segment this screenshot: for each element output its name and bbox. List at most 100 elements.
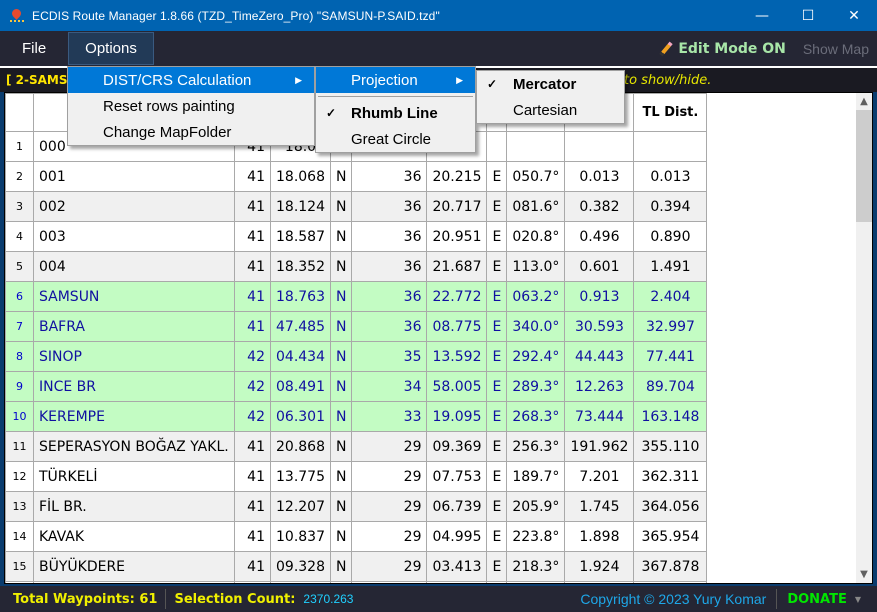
donate-dropdown-icon[interactable]: ▼ (855, 595, 861, 604)
edit-mode-toggle[interactable]: Edit Mode ON (659, 41, 786, 57)
cell-lat-min[interactable]: 18.124 (270, 191, 331, 222)
cell-lon-hemi[interactable]: E (486, 221, 508, 252)
cell-total-dist[interactable]: 32.997 (633, 311, 708, 342)
cell-name[interactable]: SAMSUN (33, 281, 235, 312)
cell-lon-hemi[interactable]: E (486, 551, 508, 582)
cell-lat-min[interactable]: 20.868 (270, 431, 331, 462)
cell-lat-min[interactable]: 18.352 (270, 251, 331, 282)
cell-lat-deg[interactable]: 41 (234, 491, 271, 522)
cell-lon-hemi[interactable]: E (486, 161, 508, 192)
cell-lat-hemi[interactable]: N (329, 221, 353, 252)
cell-lon-min[interactable]: 22.772 (426, 281, 488, 312)
cell-lon-min[interactable]: 20.951 (426, 221, 488, 252)
cell-course[interactable] (506, 581, 566, 583)
cell-dist[interactable]: 12.263 (564, 371, 635, 402)
menu-item-change-mapfolder[interactable]: Change MapFolder (68, 119, 314, 145)
cell-name[interactable]: SINOP (33, 341, 235, 372)
cell-lon-hemi[interactable]: E (486, 311, 508, 342)
cell-name[interactable]: 001 (33, 161, 235, 192)
cell-lon-min[interactable]: 04.995 (426, 521, 488, 552)
cell-course[interactable]: 050.7° (506, 161, 566, 192)
cell-lon-deg[interactable]: 36 (351, 251, 428, 282)
table-row[interactable]: 11 SEPERASYON BOĞAZ YAKL. 41 20.868 N 29 09.36… (5, 431, 708, 462)
cell-lon-min[interactable]: 13.592 (426, 341, 488, 372)
cell-total-dist[interactable]: 362.311 (633, 461, 708, 492)
menu-item-cartesian[interactable]: Cartesian (477, 97, 624, 123)
menu-file[interactable]: File (0, 32, 68, 65)
cell-lon-deg[interactable]: 29 (351, 521, 428, 552)
cell-dist[interactable]: 0.913 (564, 281, 635, 312)
cell-name[interactable]: KAVAK (33, 521, 235, 552)
cell-course[interactable]: 218.3° (506, 551, 566, 582)
cell-lon-min[interactable]: 21.687 (426, 251, 488, 282)
cell-course[interactable]: 292.4° (506, 341, 566, 372)
cell-name[interactable]: BÜYÜKDERE (33, 551, 235, 582)
cell-dist[interactable]: 30.593 (564, 311, 635, 342)
cell-lat-hemi[interactable] (329, 581, 353, 583)
cell-dist[interactable]: 73.444 (564, 401, 635, 432)
cell-lat-min[interactable]: 18.068 (270, 161, 331, 192)
cell-lat-hemi[interactable]: N (329, 281, 353, 312)
cell-lon-min[interactable]: 09.369 (426, 431, 488, 462)
cell-lon-min[interactable]: 06.739 (426, 491, 488, 522)
cell-course[interactable]: 268.3° (506, 401, 566, 432)
cell-lon-deg[interactable]: 29 (351, 431, 428, 462)
scroll-up-icon[interactable]: ▲ (856, 93, 872, 110)
cell-lat-deg[interactable]: 41 (234, 251, 271, 282)
close-button[interactable]: ✕ (831, 0, 877, 31)
cell-lon-min[interactable]: 08.775 (426, 311, 488, 342)
cell-dist[interactable]: 0.496 (564, 221, 635, 252)
table-row[interactable]: 5 004 41 18.352 N 36 21.687 E 113.0° 0.601 1.491 (5, 251, 708, 282)
table-row[interactable]: 4 003 41 18.587 N 36 20.951 E 020.8° 0.496 0.890 (5, 221, 708, 252)
cell-lat-deg[interactable]: 41 (234, 521, 271, 552)
cell-dist[interactable]: 0.013 (564, 161, 635, 192)
table-row[interactable]: 12 TÜRKELİ 41 13.775 N 29 07.753 E 189.7° 7.201 36… (5, 461, 708, 492)
header-total-dist[interactable]: TL Dist. (633, 93, 708, 132)
cell-lon-deg[interactable]: 36 (351, 281, 428, 312)
cell-lon-min[interactable]: 19.095 (426, 401, 488, 432)
cell-lat-hemi[interactable]: N (329, 311, 353, 342)
cell-total-dist[interactable]: 2.404 (633, 281, 708, 312)
menu-options[interactable]: Options (68, 32, 154, 65)
cell-lat-hemi[interactable]: N (329, 521, 353, 552)
cell-lat-hemi[interactable]: N (329, 251, 353, 282)
menu-item-rhumb-line[interactable]: ✓ Rhumb Line (316, 100, 475, 126)
cell-lat-deg[interactable]: 42 (234, 401, 271, 432)
cell-lon-hemi[interactable]: E (486, 371, 508, 402)
maximize-button[interactable]: ☐ (785, 0, 831, 31)
cell-lat-hemi[interactable]: N (329, 341, 353, 372)
cell-lat-min[interactable]: 18.763 (270, 281, 331, 312)
cell-total-dist[interactable]: 1.491 (633, 251, 708, 282)
cell-lat-min[interactable]: 09.328 (270, 551, 331, 582)
cell-dist[interactable]: 1.745 (564, 491, 635, 522)
menu-item-reset-rows-painting[interactable]: Reset rows painting (68, 93, 314, 119)
cell-lon-hemi[interactable]: E (486, 461, 508, 492)
cell-lon-hemi[interactable]: E (486, 401, 508, 432)
cell-name[interactable]: SEPERASYON BOĞAZ YAKL. (33, 431, 235, 462)
cell-name[interactable]: 004 (33, 251, 235, 282)
cell-lon-min[interactable]: 20.215 (426, 161, 488, 192)
cell-total-dist[interactable]: 0.890 (633, 221, 708, 252)
cell-course[interactable]: 205.9° (506, 491, 566, 522)
cell-lat-deg[interactable]: 41 (234, 221, 271, 252)
cell-lon-hemi[interactable]: E (486, 341, 508, 372)
cell-total-dist[interactable]: 163.148 (633, 401, 708, 432)
cell-lat-hemi[interactable]: N (329, 401, 353, 432)
row-number[interactable] (5, 581, 34, 583)
cell-dist[interactable]: 1.898 (564, 521, 635, 552)
cell-lat-deg[interactable]: 42 (234, 341, 271, 372)
table-row[interactable]: 10 KEREMPE 42 06.301 N 33 19.095 E 268.3° 73.444 1… (5, 401, 708, 432)
cell-name[interactable]: BAFRA (33, 311, 235, 342)
cell-lon-deg[interactable]: 36 (351, 161, 428, 192)
cell-lon-deg[interactable]: 29 (351, 491, 428, 522)
cell-lat-hemi[interactable]: N (329, 371, 353, 402)
cell-lat-deg[interactable]: 41 (234, 461, 271, 492)
cell-lat-deg[interactable]: 41 (234, 161, 271, 192)
cell-lon-hemi[interactable] (486, 581, 508, 583)
table-row[interactable] (5, 581, 708, 583)
cell-course[interactable]: 063.2° (506, 281, 566, 312)
cell-total-dist[interactable]: 0.013 (633, 161, 708, 192)
cell-lat-hemi[interactable]: N (329, 551, 353, 582)
cell-dist[interactable] (564, 581, 635, 583)
cell-dist[interactable]: 7.201 (564, 461, 635, 492)
